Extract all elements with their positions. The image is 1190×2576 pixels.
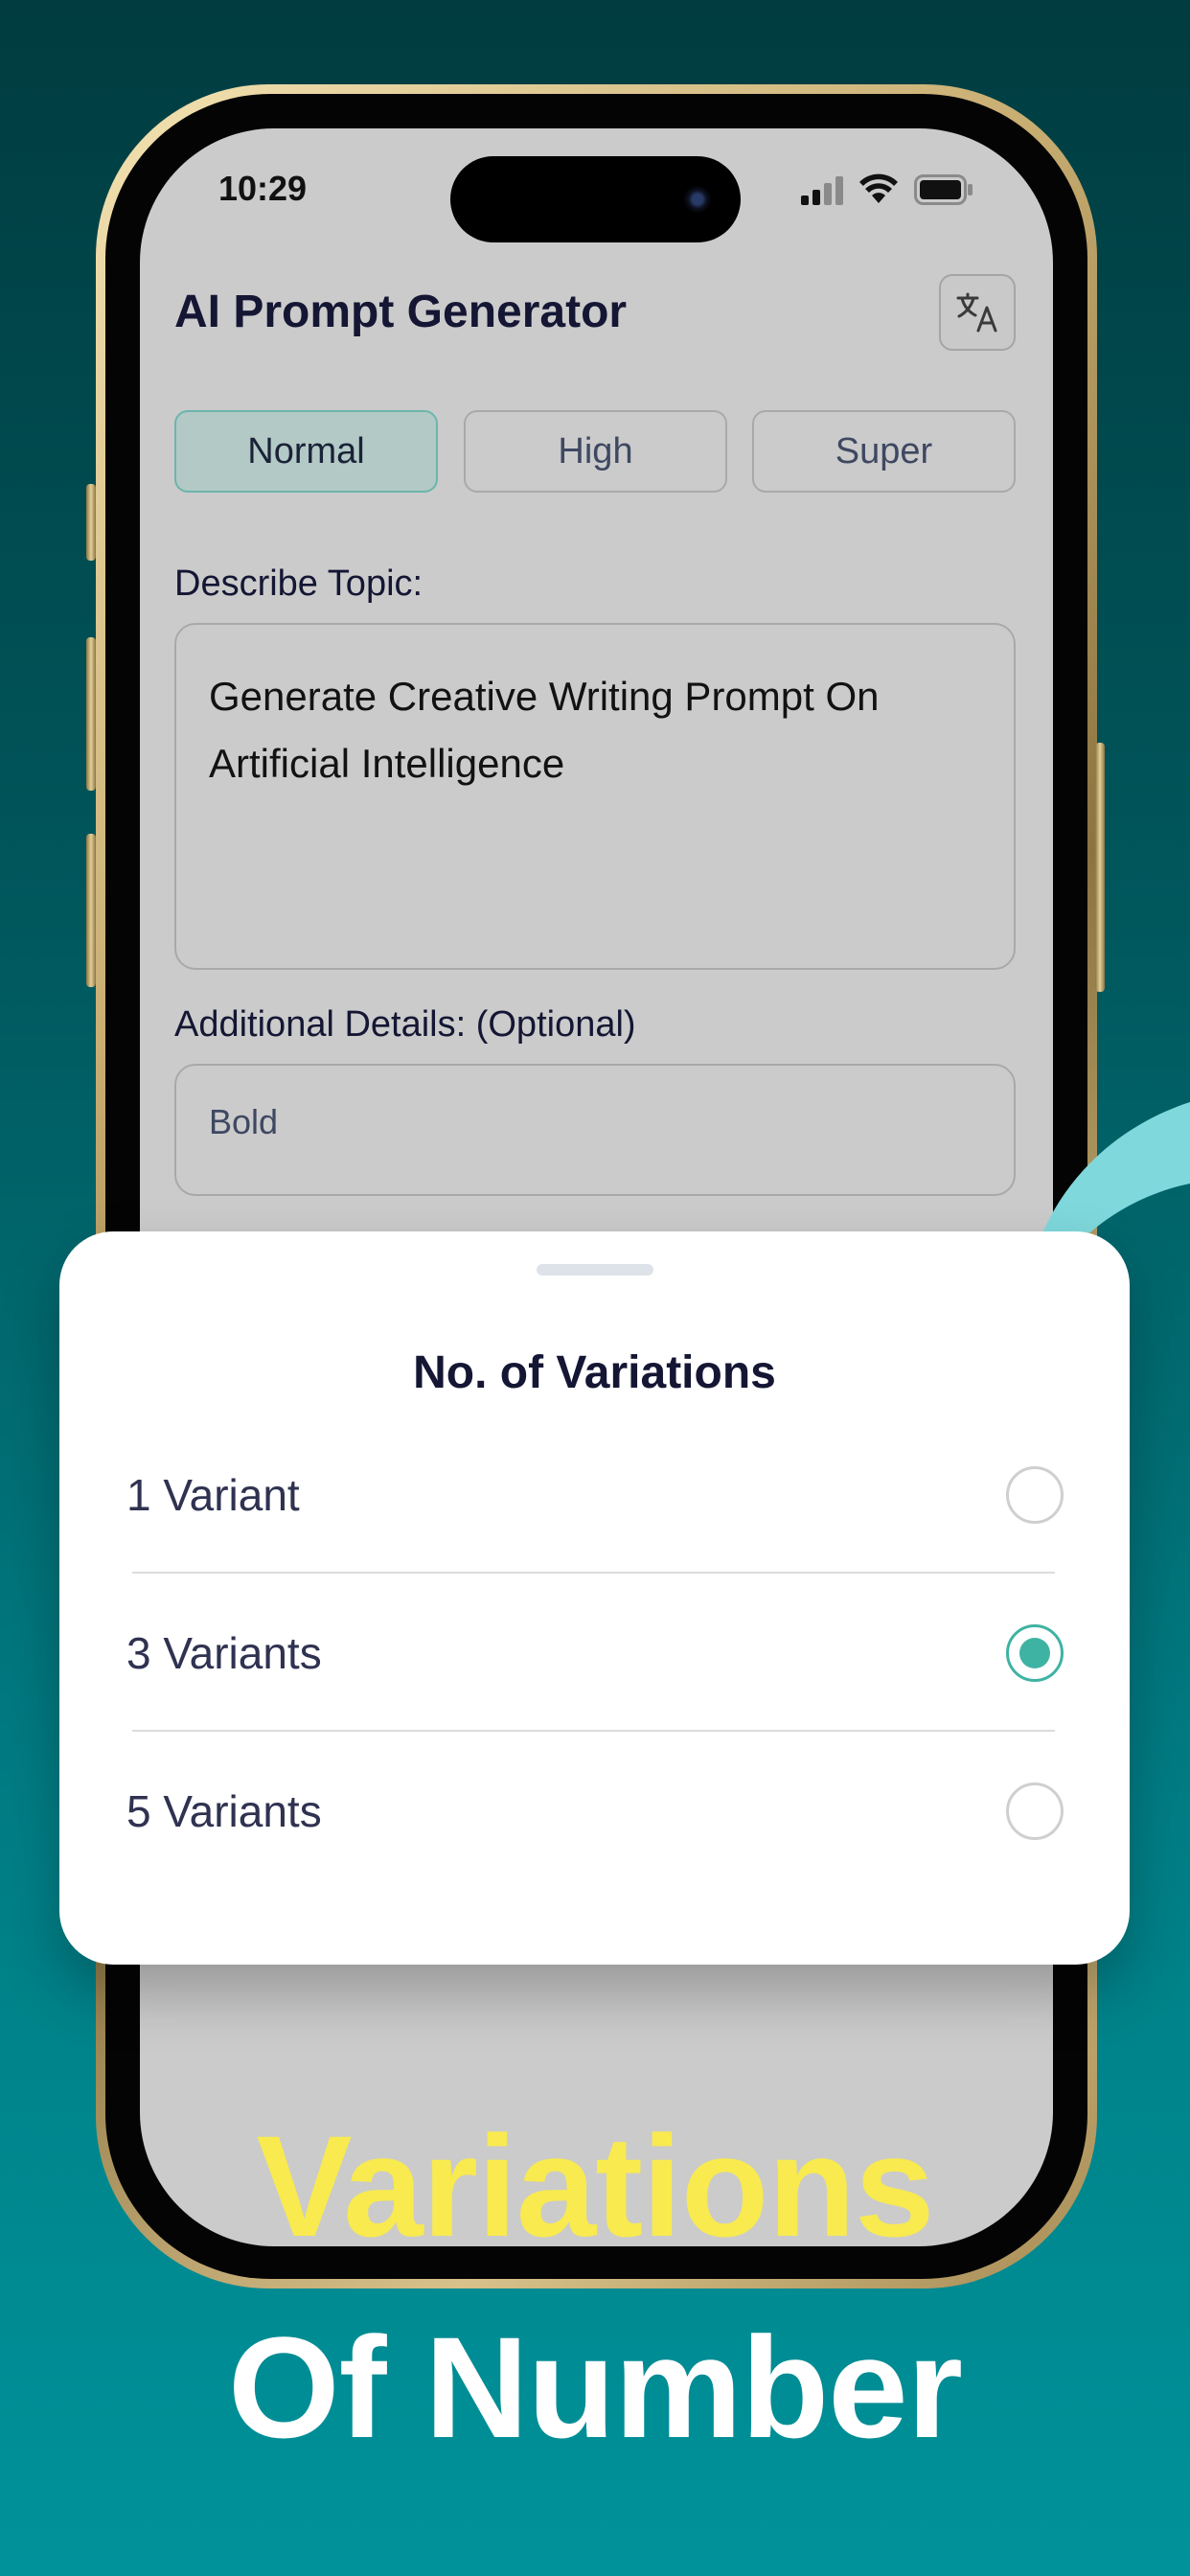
variations-bottom-sheet: No. of Variations 1 Variant 3 Variants 5…: [59, 1231, 1130, 1965]
variant-label: 1 Variant: [126, 1470, 300, 1520]
topic-label: Describe Topic:: [174, 564, 423, 604]
topic-textarea[interactable]: Generate Creative Writing Prompt On Arti…: [174, 623, 1016, 970]
divider: [132, 1572, 1055, 1574]
app-title: AI Prompt Generator: [174, 287, 628, 337]
translate-button[interactable]: [939, 274, 1016, 351]
details-text: Bold: [209, 1102, 279, 1141]
sheet-title: No. of Variations: [413, 1347, 776, 1398]
quality-normal-button[interactable]: Normal: [174, 410, 438, 493]
variant-option-1[interactable]: 1 Variant: [59, 1418, 1130, 1572]
wifi-icon: [859, 173, 898, 203]
topic-text: Generate Creative Writing Prompt On Arti…: [209, 674, 880, 786]
status-time: 10:29: [218, 169, 308, 208]
radio-unselected-icon[interactable]: [1006, 1782, 1064, 1840]
radio-selected-icon[interactable]: [1006, 1624, 1064, 1682]
sheet-drag-handle[interactable]: [537, 1264, 653, 1276]
phone-power-button: [1095, 743, 1105, 992]
translate-icon: [956, 292, 997, 333]
phone-volume-down-button: [86, 834, 96, 987]
quality-high-button[interactable]: High: [464, 410, 727, 493]
battery-icon: [914, 174, 973, 205]
headline-line-2: Of Number: [227, 2307, 963, 2468]
phone-volume-up-button: [86, 637, 96, 791]
details-input[interactable]: Bold: [174, 1064, 1016, 1196]
quality-super-button[interactable]: Super: [752, 410, 1016, 493]
details-label: Additional Details: (Optional): [174, 1004, 636, 1045]
variant-label: 5 Variants: [126, 1786, 322, 1836]
variant-label: 3 Variants: [126, 1628, 322, 1678]
camera-icon: [683, 185, 712, 214]
variant-option-3[interactable]: 3 Variants: [59, 1576, 1130, 1730]
headline-line-1: Variations: [256, 2105, 935, 2266]
phone-action-button: [86, 484, 96, 561]
cellular-signal-icon: [801, 176, 843, 205]
variant-option-5[interactable]: 5 Variants: [59, 1735, 1130, 1888]
radio-unselected-icon[interactable]: [1006, 1466, 1064, 1524]
divider: [132, 1730, 1055, 1732]
